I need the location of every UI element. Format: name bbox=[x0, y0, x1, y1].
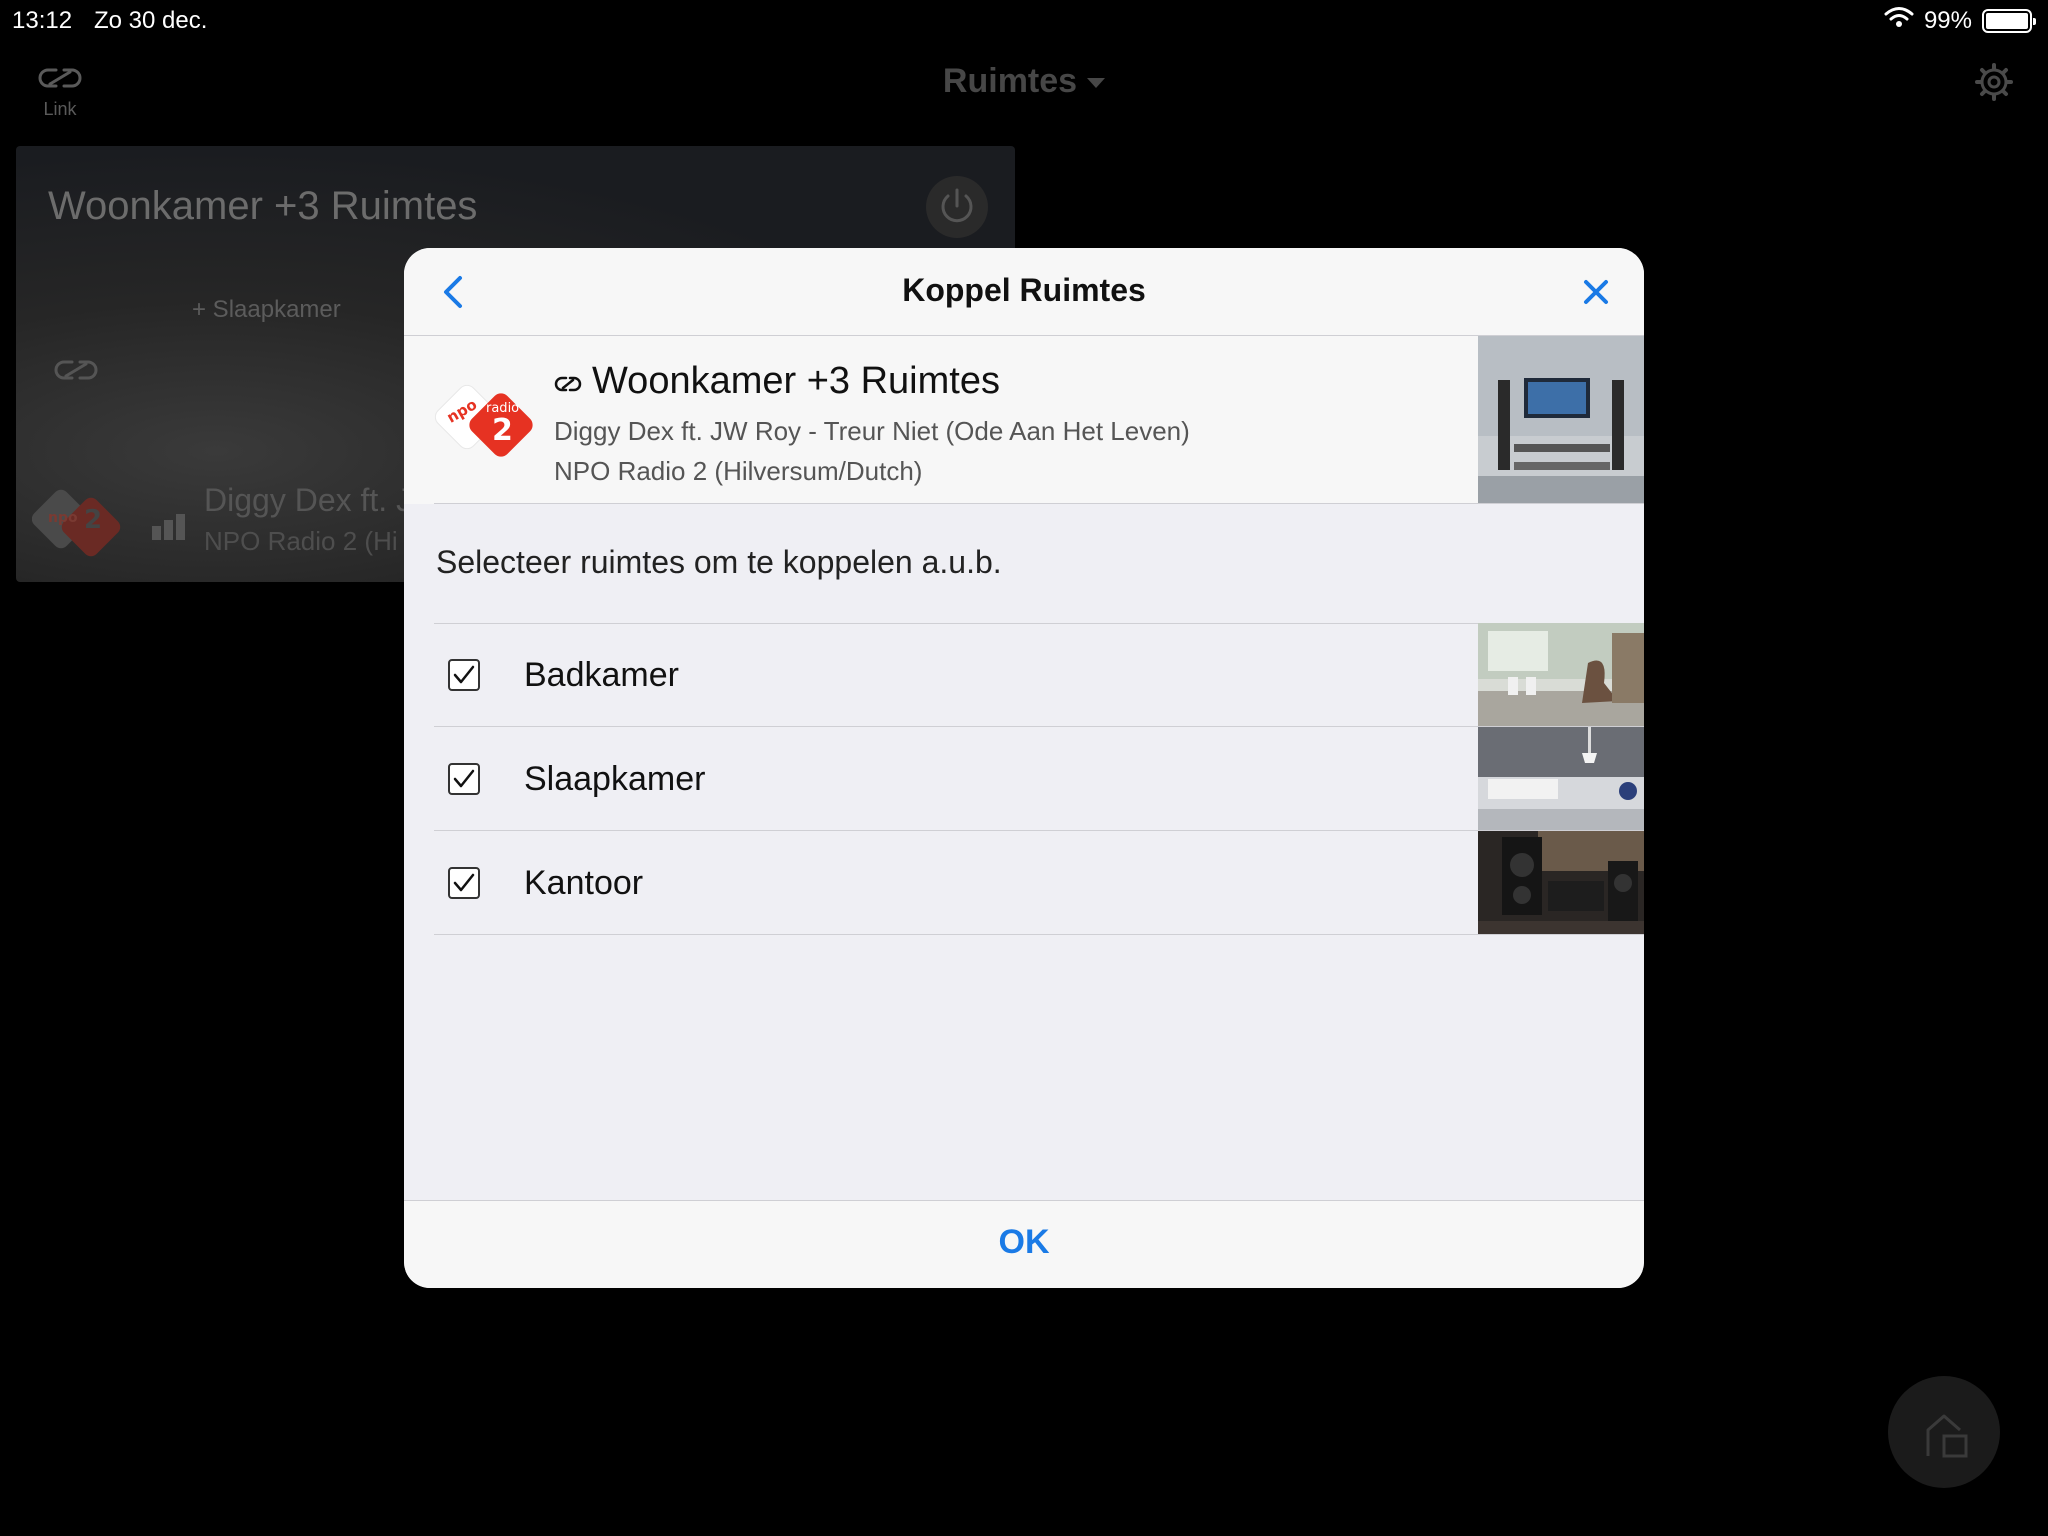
gear-icon[interactable] bbox=[1974, 62, 2014, 107]
group-name-label: Woonkamer +3 Ruimtes bbox=[592, 360, 1000, 402]
office-thumbnail bbox=[1478, 831, 1644, 935]
bedroom-thumbnail bbox=[1478, 727, 1644, 831]
status-right: 99% bbox=[1884, 6, 2036, 35]
rooms-dropdown[interactable]: Ruimtes bbox=[0, 62, 2048, 101]
ok-button[interactable]: OK bbox=[404, 1223, 1644, 1262]
battery-icon bbox=[1982, 8, 2036, 33]
room-name: Slaapkamer bbox=[524, 760, 706, 798]
separator bbox=[434, 934, 1644, 935]
power-icon[interactable] bbox=[926, 176, 988, 238]
chevron-down-icon bbox=[1087, 78, 1106, 89]
svg-text:npo: npo bbox=[48, 510, 78, 526]
bathroom-thumbnail bbox=[1478, 623, 1644, 727]
link-icon bbox=[554, 360, 582, 403]
separator bbox=[434, 503, 1644, 504]
npo-radio-2-logo: npo radio 2 bbox=[434, 382, 538, 467]
room-checkbox[interactable] bbox=[448, 763, 480, 795]
room-name: Kantoor bbox=[524, 864, 644, 902]
npo-radio-2-logo: npo 2 bbox=[31, 488, 124, 565]
dialog-footer: OK bbox=[404, 1200, 1644, 1288]
link-icon bbox=[50, 356, 102, 389]
instruction-text: Selecteer ruimtes om te koppelen a.u.b. bbox=[436, 544, 1002, 580]
home-icon bbox=[1926, 1414, 1968, 1458]
home-button[interactable] bbox=[1888, 1376, 2000, 1488]
room-card-title: Woonkamer +3 Ruimtes bbox=[48, 184, 478, 228]
list-item[interactable]: Slaapkamer bbox=[404, 727, 1644, 831]
group-name: Woonkamer +3 Ruimtes bbox=[554, 360, 1000, 403]
room-card-track: Diggy Dex ft. J bbox=[204, 482, 413, 518]
dialog-title: Koppel Ruimtes bbox=[902, 272, 1146, 308]
room-list: Badkamer Slaapkamer Kantoor bbox=[404, 623, 1644, 935]
checkmark-icon bbox=[453, 665, 475, 684]
screen: 13:12 Zo 30 dec. 99% Link Ruimtes Woonka… bbox=[0, 0, 2048, 1536]
list-item[interactable]: Kantoor bbox=[404, 831, 1644, 935]
list-item[interactable]: Badkamer bbox=[404, 623, 1644, 727]
checkmark-icon bbox=[453, 769, 475, 788]
equalizer-icon bbox=[152, 514, 185, 540]
room-card-station: NPO Radio 2 (Hi bbox=[204, 526, 398, 556]
room-checkbox[interactable] bbox=[448, 867, 480, 899]
status-time: 13:12 bbox=[12, 7, 73, 34]
battery-fill bbox=[1986, 12, 2028, 29]
current-group-row: npo radio 2 Woonkamer +3 Ruimtes Diggy D… bbox=[404, 336, 1644, 504]
dialog-header: Koppel Ruimtes bbox=[404, 248, 1644, 336]
svg-text:2: 2 bbox=[84, 505, 102, 535]
status-bar: 13:12 Zo 30 dec. 99% bbox=[0, 0, 2048, 40]
group-track: Diggy Dex ft. JW Roy - Treur Niet (Ode A… bbox=[554, 416, 1190, 446]
checkmark-icon bbox=[453, 873, 475, 892]
link-label: Link bbox=[43, 99, 77, 119]
room-checkbox[interactable] bbox=[448, 659, 480, 691]
room-card-subtitle: + Slaapkamer bbox=[192, 296, 341, 323]
svg-text:2: 2 bbox=[492, 413, 513, 448]
status-date: Zo 30 dec. bbox=[94, 7, 208, 34]
wifi-icon bbox=[1884, 6, 1914, 35]
link-rooms-dialog: Koppel Ruimtes npo radio 2 Woonkamer +3 … bbox=[404, 248, 1644, 1288]
battery-percent: 99% bbox=[1923, 6, 1972, 34]
group-station: NPO Radio 2 (Hilversum/Dutch) bbox=[554, 456, 923, 486]
close-icon[interactable] bbox=[1578, 274, 1614, 310]
top-navigation: Link Ruimtes bbox=[0, 40, 2048, 132]
room-name: Badkamer bbox=[524, 656, 679, 694]
living-room-thumbnail bbox=[1478, 336, 1644, 504]
nav-title-label: Ruimtes bbox=[942, 62, 1078, 100]
